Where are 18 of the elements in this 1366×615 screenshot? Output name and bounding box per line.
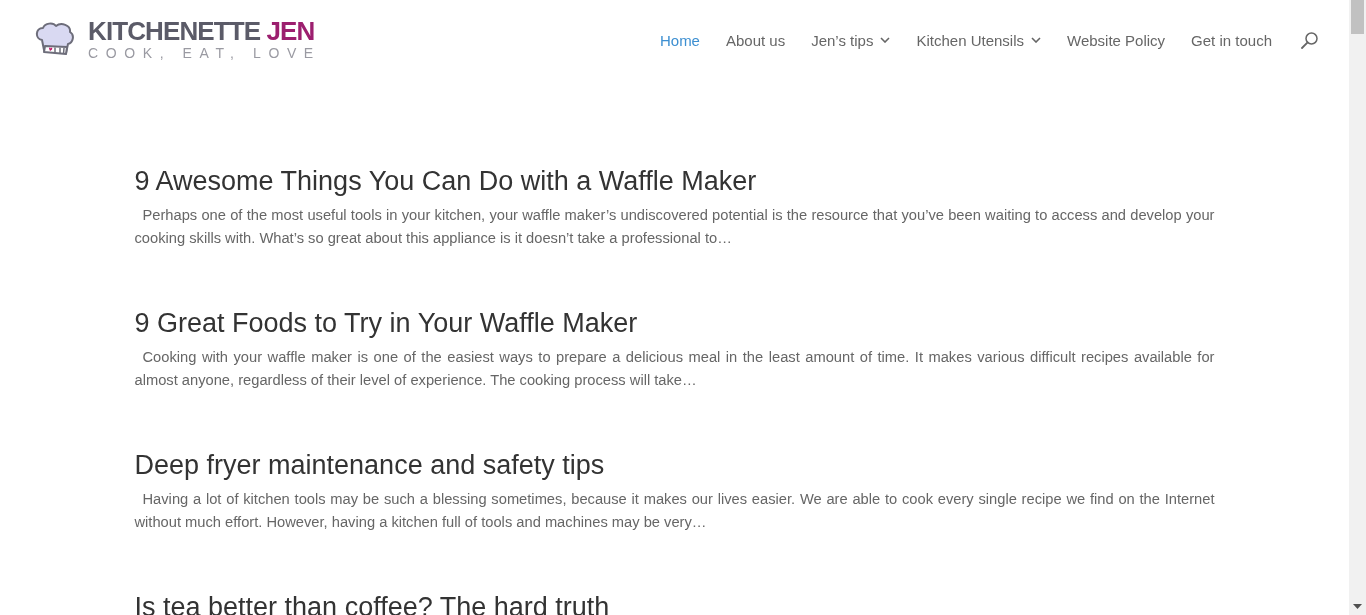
nav-link[interactable]: About us (725, 31, 786, 49)
post-title-link[interactable]: Deep fryer maintenance and safety tips (134, 449, 605, 481)
chef-hat-icon (34, 22, 76, 58)
post-title-link[interactable]: 9 Great Foods to Try in Your Waffle Maker (134, 307, 638, 339)
post-title-link[interactable]: 9 Awesome Things You Can Do with a Waffle Maker (134, 165, 757, 197)
logo-tagline: COOK, EAT, LOVE (88, 44, 321, 62)
nav-link[interactable]: Jen’s tips (811, 31, 891, 49)
search-icon[interactable] (1301, 31, 1318, 49)
scrollbar-thumb[interactable] (1351, 0, 1364, 34)
post-excerpt: Cooking with your waffle maker is one of the easiest ways to prepare a delicious meal in the least amount of time. It makes various difficult recipes available for almost anyone, regardless of their level of experience. The cooking process will take… (134, 348, 1215, 390)
scroll-down-arrow-icon[interactable] (1353, 604, 1362, 609)
nav-link[interactable]: Kitchen Utensils (916, 31, 1041, 49)
logo-wordmark[interactable]: KITCHENETTE JEN (88, 18, 315, 44)
nav-link[interactable]: Home (659, 31, 700, 49)
post-excerpt: Having a lot of kitchen tools may be such a blessing sometimes, because it makes our lives easier. We are able to cook every single recipe we find on the Internet without much effort. However, having a kitchen full of tools and machines may be very… (134, 490, 1215, 532)
nav-link[interactable]: Website Policy (1067, 31, 1166, 49)
nav-link[interactable]: Get in touch (1191, 31, 1272, 49)
post-excerpt: Perhaps one of the most useful tools in your kitchen, your waffle maker’s undiscovered potential is the resource that you’ve been waiting to access and develop your cooking skills with. What’s so great about this appliance is it doesn’t take a professional to… (134, 206, 1215, 248)
